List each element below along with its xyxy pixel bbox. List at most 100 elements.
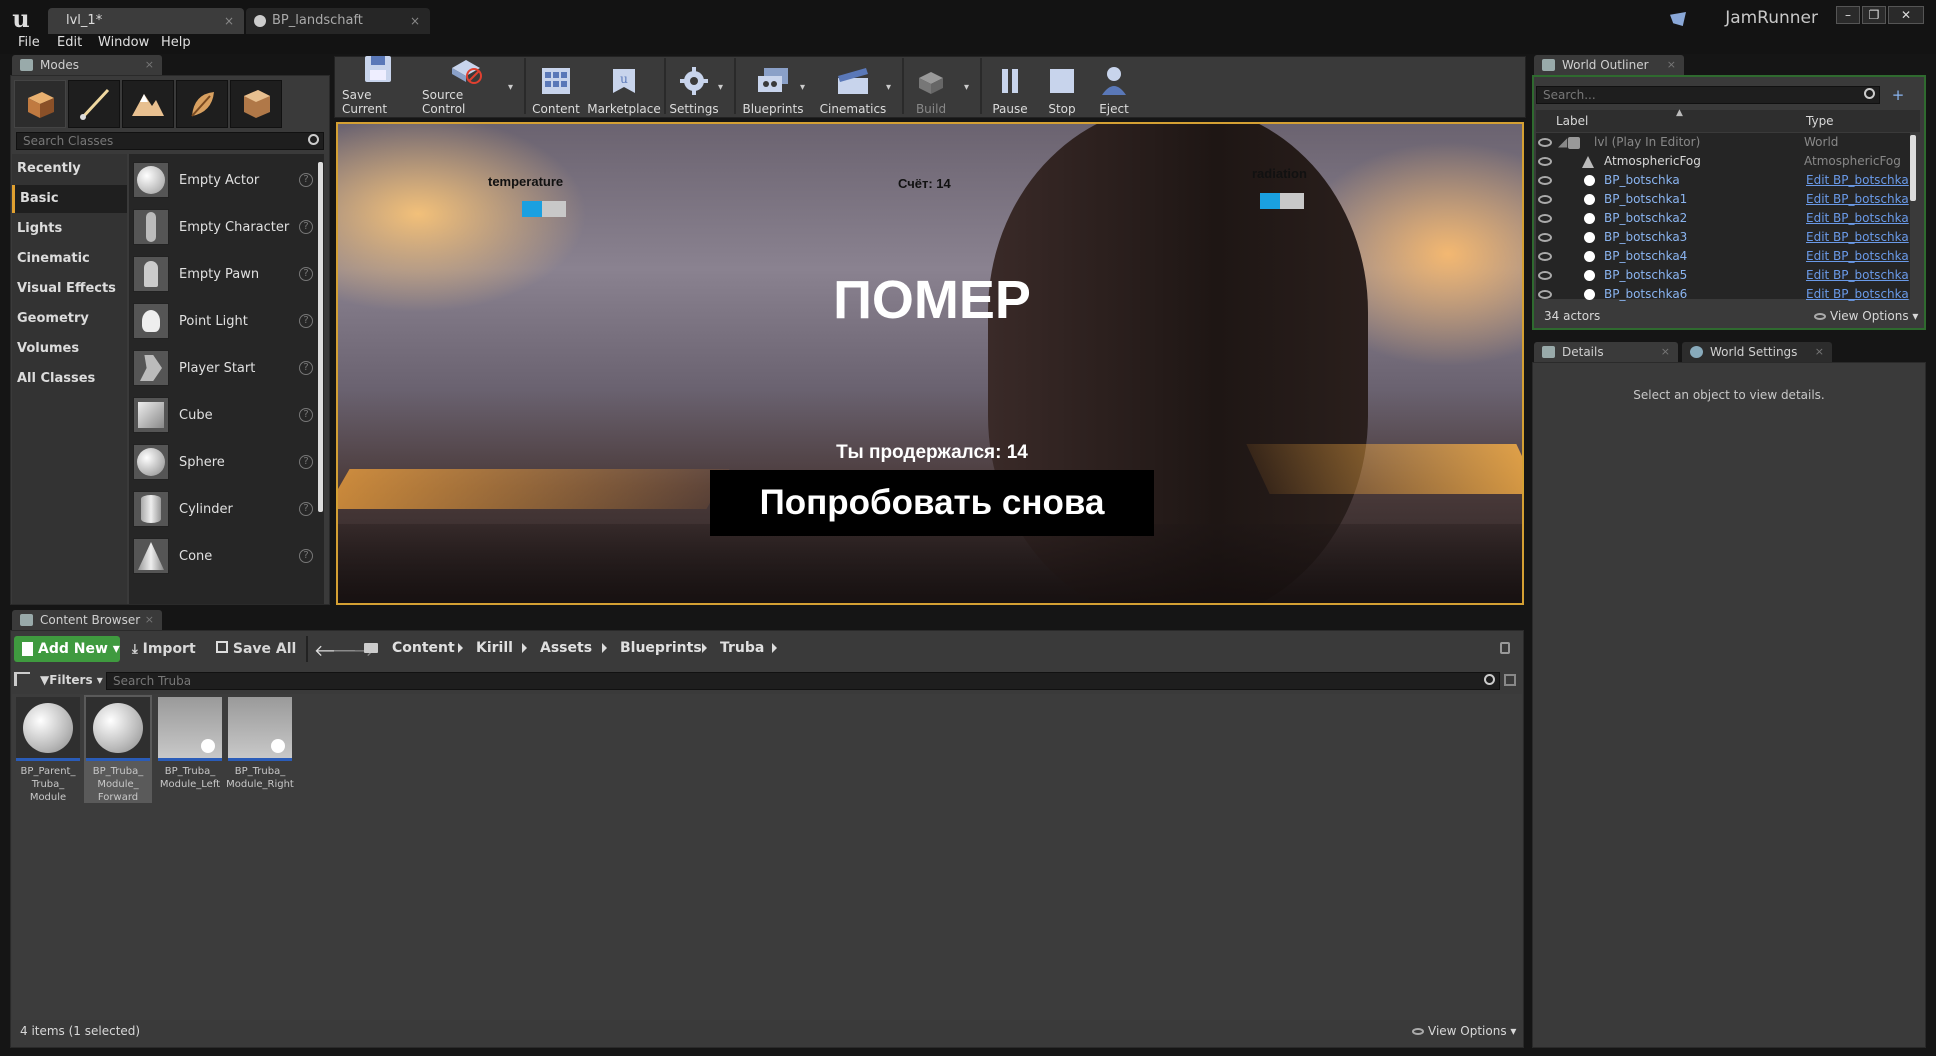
place-item-cylinder[interactable]: Cylinder? (133, 486, 313, 532)
close-icon[interactable]: × (1667, 55, 1676, 75)
visibility-eye-icon[interactable] (1538, 157, 1552, 166)
landscape-mode-button[interactable] (122, 80, 174, 128)
save-search-icon[interactable] (1504, 674, 1516, 686)
category-all-classes[interactable]: All Classes (12, 365, 127, 393)
dropdown-arrow-icon[interactable]: ▾ (508, 82, 513, 93)
category-recently-placed[interactable]: Recently Placed (12, 155, 127, 204)
place-item-player-start[interactable]: Player Start? (133, 345, 313, 391)
asset-bp-parent-truba-module[interactable]: BP_Parent_ Truba_ Module (14, 695, 82, 803)
help-icon[interactable]: ? (299, 549, 313, 563)
close-icon[interactable]: × (145, 610, 154, 630)
visibility-eye-icon[interactable] (1538, 138, 1552, 147)
close-icon[interactable]: × (410, 8, 420, 34)
visibility-eye-icon[interactable] (1538, 195, 1552, 204)
cinematics-button[interactable]: Cinematics (818, 58, 888, 116)
edit-blueprint-link[interactable]: Edit BP_botschka (1806, 247, 1909, 266)
search-classes-input[interactable]: Search Classes (16, 132, 324, 150)
help-icon[interactable]: ? (299, 314, 313, 328)
visibility-eye-icon[interactable] (1538, 233, 1552, 242)
blueprints-button[interactable]: Blueprints (740, 58, 806, 116)
tab-world-outliner[interactable]: World Outliner × (1534, 55, 1684, 75)
settings-button[interactable]: Settings (668, 58, 720, 116)
category-geometry[interactable]: Geometry (12, 305, 127, 333)
maximize-button[interactable]: ❐ (1862, 6, 1886, 24)
save-current-button[interactable]: Save Current (342, 56, 414, 116)
visibility-eye-icon[interactable] (1538, 271, 1552, 280)
dropdown-arrow-icon[interactable]: ▾ (964, 82, 969, 93)
help-icon[interactable]: ? (299, 220, 313, 234)
add-filter-icon[interactable]: + (1888, 86, 1908, 104)
edit-blueprint-link[interactable]: Edit BP_botschka (1806, 209, 1909, 228)
visibility-eye-icon[interactable] (1538, 252, 1552, 261)
help-icon[interactable]: ? (299, 267, 313, 281)
tab-modes[interactable]: Modes × (12, 55, 162, 75)
close-icon[interactable]: × (145, 55, 154, 75)
help-icon[interactable]: ? (299, 455, 313, 469)
close-icon[interactable]: × (224, 8, 234, 34)
category-visual-effects[interactable]: Visual Effects (12, 275, 127, 303)
breadcrumb-truba[interactable]: Truba (720, 640, 764, 656)
outliner-row-botschka3[interactable]: BP_botschka3 Edit BP_botschka (1536, 228, 1916, 247)
place-mode-button[interactable] (14, 80, 66, 128)
place-item-cube[interactable]: Cube? (133, 392, 313, 438)
filters-button[interactable]: ▼Filters ▾ (40, 673, 103, 687)
breadcrumb-arrow-icon[interactable] (602, 643, 607, 653)
foliage-mode-button[interactable] (176, 80, 228, 128)
asset-bp-truba-module-left[interactable]: BP_Truba_ Module_Left (156, 695, 224, 803)
content-view-options[interactable]: View Options ▾ (1412, 1024, 1516, 1038)
outliner-row-botschka4[interactable]: BP_botschka4 Edit BP_botschka (1536, 247, 1916, 266)
build-button[interactable]: Build (906, 58, 956, 116)
game-viewport[interactable]: temperature Счёт: 14 radiation ПОМЕР Ты … (336, 122, 1524, 605)
placeable-scrollbar[interactable] (318, 162, 323, 512)
breadcrumb-arrow-icon[interactable] (702, 643, 707, 653)
eject-button[interactable]: Eject (1090, 58, 1138, 116)
outliner-row-botschka6[interactable]: BP_botschka6 Edit BP_botschka (1536, 285, 1916, 304)
menu-window[interactable]: Window (98, 35, 149, 50)
breadcrumb-kirill[interactable]: Kirill (476, 640, 513, 656)
column-label[interactable]: Label (1556, 114, 1588, 128)
tab-world-settings[interactable]: World Settings × (1682, 342, 1832, 362)
place-item-empty-character[interactable]: Empty Character? (133, 204, 313, 250)
dropdown-arrow-icon[interactable]: ▾ (718, 82, 723, 93)
outliner-row-botschka[interactable]: BP_botschka Edit BP_botschka (1536, 171, 1916, 190)
category-cinematic[interactable]: Cinematic (12, 245, 127, 273)
menu-help[interactable]: Help (161, 35, 191, 50)
add-new-button[interactable]: Add New ▾ (14, 636, 120, 662)
visibility-eye-icon[interactable] (1538, 214, 1552, 223)
menu-file[interactable]: File (18, 35, 40, 50)
paint-mode-button[interactable] (68, 80, 120, 128)
expand-arrow-icon[interactable]: ◢ (1558, 133, 1567, 152)
dropdown-arrow-icon[interactable]: ▾ (800, 82, 805, 93)
lock-icon[interactable] (1500, 642, 1510, 654)
outliner-view-options[interactable]: View Options ▾ (1814, 309, 1918, 323)
column-type[interactable]: Type (1806, 114, 1834, 128)
edit-blueprint-link[interactable]: Edit BP_botschka (1806, 171, 1909, 190)
dropdown-arrow-icon[interactable]: ▾ (886, 82, 891, 93)
outliner-row-botschka1[interactable]: BP_botschka1 Edit BP_botschka (1536, 190, 1916, 209)
help-icon[interactable]: ? (299, 502, 313, 516)
edit-blueprint-link[interactable]: Edit BP_botschka (1806, 228, 1909, 247)
breadcrumb-arrow-icon[interactable] (522, 643, 527, 653)
breadcrumb-assets[interactable]: Assets (540, 640, 592, 656)
tab-content-browser[interactable]: Content Browser × (12, 610, 162, 630)
help-icon[interactable]: ? (299, 408, 313, 422)
place-item-empty-actor[interactable]: Empty Actor? (133, 157, 313, 203)
close-window-button[interactable]: ✕ (1888, 6, 1924, 24)
visibility-eye-icon[interactable] (1538, 290, 1552, 299)
close-icon[interactable]: × (1815, 342, 1824, 362)
menu-edit[interactable]: Edit (57, 35, 82, 50)
visibility-eye-icon[interactable] (1538, 176, 1552, 185)
save-all-button[interactable]: Save All (216, 641, 296, 657)
category-volumes[interactable]: Volumes (12, 335, 127, 363)
pause-button[interactable]: Pause (986, 58, 1034, 116)
minimize-button[interactable]: – (1836, 6, 1860, 24)
tab-bp-landschaft[interactable]: BP_landschaft × (246, 8, 430, 34)
marketplace-button[interactable]: u Marketplace (586, 58, 662, 116)
outliner-row-botschka5[interactable]: BP_botschka5 Edit BP_botschka (1536, 266, 1916, 285)
source-control-button[interactable]: Source Control (422, 58, 510, 116)
breadcrumb-content[interactable]: Content (392, 640, 455, 656)
place-item-sphere[interactable]: Sphere? (133, 439, 313, 485)
category-lights[interactable]: Lights (12, 215, 127, 243)
edit-blueprint-link[interactable]: Edit BP_botschka (1806, 266, 1909, 285)
place-item-cone[interactable]: Cone? (133, 533, 313, 579)
